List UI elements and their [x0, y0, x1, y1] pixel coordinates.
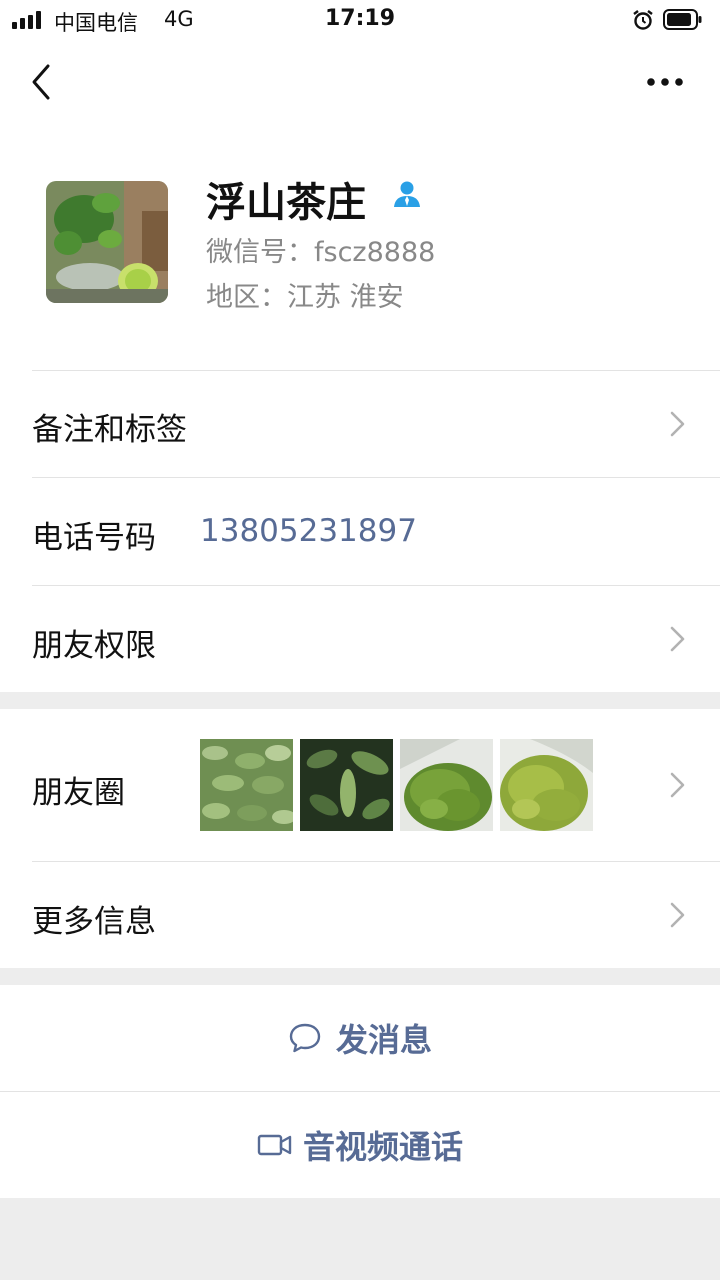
- chevron-right-icon: [670, 411, 685, 437]
- wechat-id: 微信号：fscz8888: [206, 237, 436, 268]
- send-message-button[interactable]: 发消息: [0, 985, 720, 1091]
- divider: [32, 585, 720, 586]
- divider: [32, 370, 720, 371]
- region: 地区：江苏 淮安: [206, 282, 404, 313]
- remark-tags-label: 备注和标签: [32, 412, 187, 448]
- more-info-label: 更多信息: [32, 904, 156, 940]
- profile-name: 浮山茶庄: [206, 180, 366, 226]
- person-badge-icon: [394, 181, 420, 207]
- phone-row: 电话号码 13805231897: [0, 477, 720, 585]
- remark-tags-row[interactable]: 备注和标签: [0, 370, 720, 477]
- divider: [32, 861, 720, 862]
- friend-permissions-row[interactable]: 朋友权限: [0, 585, 720, 692]
- moments-photo: [300, 739, 393, 831]
- moments-row[interactable]: 朋友圈: [0, 709, 720, 861]
- moments-photo: [500, 739, 593, 831]
- moments-label: 朋友圈: [32, 775, 125, 811]
- profile-header: 浮山茶庄 微信号：fscz8888 地区：江苏 淮安: [0, 130, 720, 370]
- send-message-label: 发消息: [335, 1021, 432, 1059]
- chevron-right-icon: [670, 626, 685, 652]
- status-bar: 中国电信 4G 17:19: [0, 0, 720, 40]
- video-camera-icon: [257, 1134, 292, 1156]
- audio-video-call-button[interactable]: 音视频通话: [0, 1091, 720, 1198]
- status-time: 17:19: [324, 6, 396, 31]
- divider: [32, 477, 720, 478]
- friend-permissions-label: 朋友权限: [32, 628, 156, 664]
- phone-label: 电话号码: [32, 520, 156, 556]
- back-button[interactable]: [24, 60, 64, 104]
- avatar[interactable]: [46, 181, 168, 303]
- moments-photo: [400, 739, 493, 831]
- chevron-right-icon: [670, 772, 685, 798]
- more-info-row[interactable]: 更多信息: [0, 861, 720, 968]
- alarm-icon: [633, 10, 653, 30]
- audio-video-call-label: 音视频通话: [302, 1128, 463, 1166]
- more-options-button[interactable]: [640, 64, 690, 100]
- battery-icon: [663, 9, 702, 30]
- phone-number-link[interactable]: 13805231897: [200, 513, 417, 549]
- chat-bubble-icon: [289, 1023, 321, 1053]
- moments-photo: [200, 739, 293, 831]
- chevron-right-icon: [670, 902, 685, 928]
- nav-bar: [0, 40, 720, 130]
